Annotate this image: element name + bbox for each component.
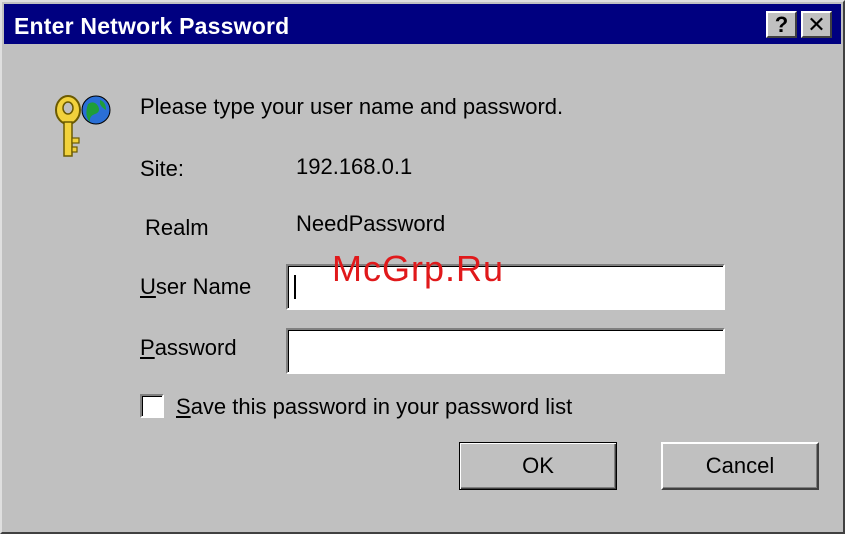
ok-button[interactable]: OK [459, 442, 617, 490]
password-label: Password [140, 335, 237, 361]
password-input[interactable] [286, 328, 725, 374]
realm-label: Realm [145, 215, 209, 240]
prompt-text: Please type your user name and password. [140, 94, 564, 119]
save-password-checkbox[interactable] [140, 394, 164, 418]
password-label-accel: P [140, 335, 155, 360]
ok-button-label: OK [522, 453, 554, 478]
save-password-label-accel: S [176, 394, 191, 419]
save-password-label[interactable]: Save this password in your password list [176, 394, 572, 420]
user-name-label-accel: U [140, 274, 156, 299]
window-title: Enter Network Password [14, 13, 290, 39]
cancel-button-label: Cancel [705, 453, 775, 478]
key-globe-icon [55, 95, 111, 157]
user-name-label-rest: ser Name [155, 274, 252, 299]
cancel-button[interactable]: Cancel [661, 442, 819, 490]
realm-value: NeedPassword [296, 211, 446, 236]
password-label-rest: assword [154, 335, 237, 360]
text-caret [294, 275, 296, 299]
title-bar[interactable]: Enter Network Password ? ✕ [4, 4, 841, 44]
close-button[interactable]: ✕ [801, 11, 832, 38]
close-icon: ✕ [807, 11, 826, 37]
user-name-label: User Name [140, 274, 251, 300]
question-mark-icon: ? [774, 11, 789, 37]
save-password-label-rest: ave this password in your password list [190, 394, 573, 419]
site-label: Site: [140, 156, 185, 181]
network-password-dialog: Enter Network Password ? ✕ Please type y… [0, 0, 845, 534]
watermark-text: McGrp.Ru [332, 248, 505, 289]
help-button[interactable]: ? [766, 11, 797, 38]
site-value: 192.168.0.1 [296, 154, 413, 179]
